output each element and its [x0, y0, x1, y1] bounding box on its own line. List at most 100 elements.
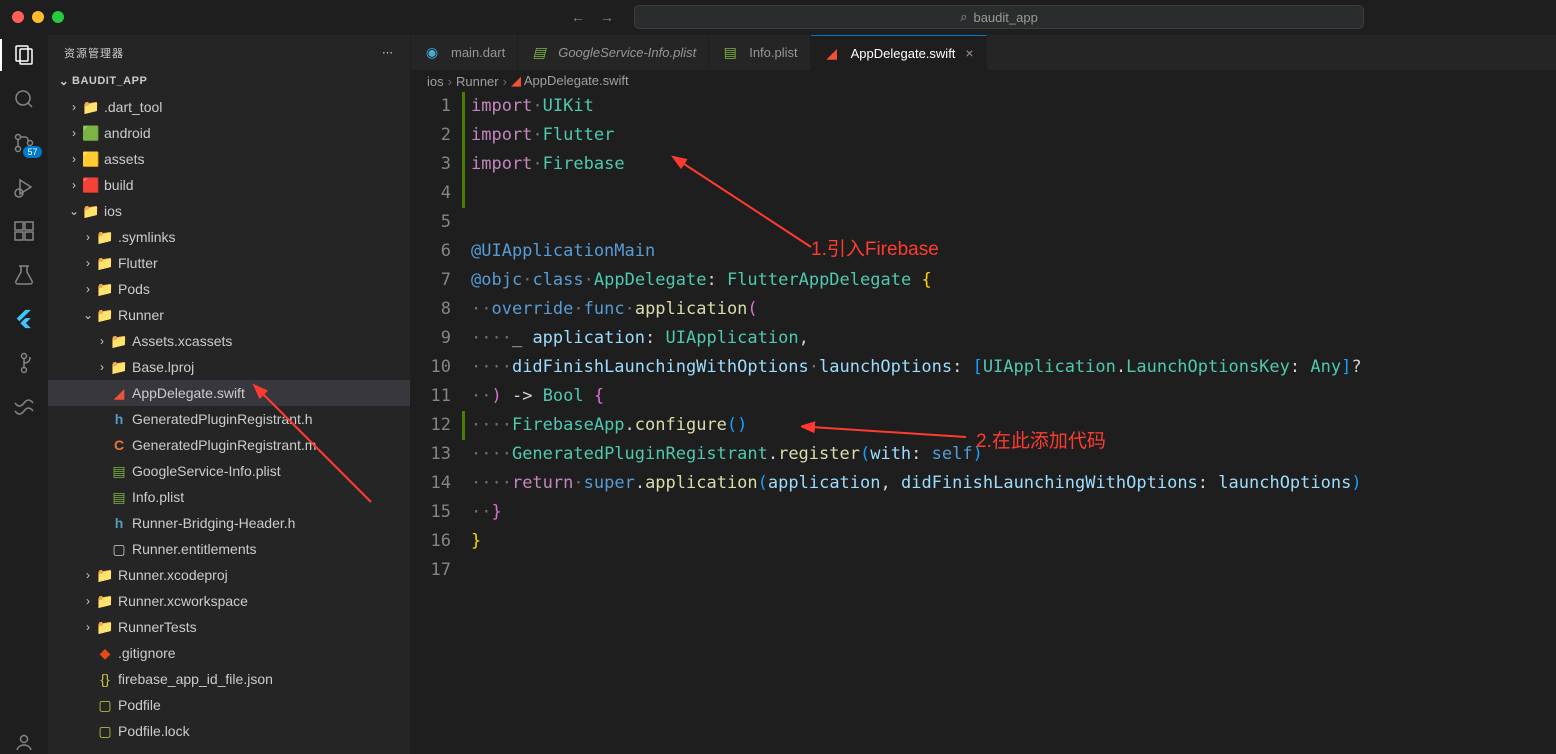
code-content[interactable]: import·UIKit import·Flutter import·Fireb… — [471, 92, 1556, 754]
file-icon: ▢ — [110, 541, 128, 558]
tree-item-generatedpluginregistrant-h[interactable]: hGeneratedPluginRegistrant.h — [48, 406, 410, 432]
tree-item-pods[interactable]: ›📁Pods — [48, 276, 410, 302]
traffic-lights — [12, 11, 64, 23]
editor-tabs: ◉ main.dart ▤GoogleService-Info.plist▤Info… — [411, 35, 1556, 70]
line-gutter: 1234567891011121314151617 — [411, 92, 471, 754]
tab-close-icon[interactable]: × — [965, 45, 973, 61]
tree-item-firebase-app-id-file-json[interactable]: {}firebase_app_id_file.json — [48, 666, 410, 692]
breadcrumb-item[interactable]: Runner — [456, 74, 499, 89]
tree-item-podfile[interactable]: ▢Podfile — [48, 692, 410, 718]
scm-badge: 57 — [23, 146, 41, 158]
file-icon: 📁 — [96, 255, 114, 272]
line-number: 14 — [411, 469, 451, 498]
minimize-button[interactable] — [32, 11, 44, 23]
chevron-icon: › — [80, 594, 96, 608]
tree-label: GeneratedPluginRegistrant.m — [132, 437, 316, 453]
command-center[interactable]: ⌕ baudit_app — [634, 5, 1364, 29]
tree-label: Flutter — [118, 255, 158, 271]
tree-item-base-lproj[interactable]: ›📁Base.lproj — [48, 354, 410, 380]
sidebar-title: 资源管理器 — [64, 45, 124, 61]
tree-item-runnertests[interactable]: ›📁RunnerTests — [48, 614, 410, 640]
breadcrumb-item[interactable]: ◢ AppDelegate.swift — [511, 73, 629, 89]
git-icon[interactable] — [12, 351, 36, 375]
tree-item-flutter[interactable]: ›📁Flutter — [48, 250, 410, 276]
file-icon: ▢ — [96, 697, 114, 714]
testing-icon[interactable] — [12, 263, 36, 287]
breadcrumb-item[interactable]: ios — [427, 74, 444, 89]
more-icon[interactable]: ⋯ — [382, 46, 394, 59]
chevron-icon: › — [80, 230, 96, 244]
tree-item-build[interactable]: ›🟥build — [48, 172, 410, 198]
tree-item--gitignore[interactable]: ◆.gitignore — [48, 640, 410, 666]
file-icon: 🟩 — [82, 125, 100, 142]
tab-appdelegate-swift[interactable]: ◢AppDelegate.swift× — [811, 35, 987, 70]
close-button[interactable] — [12, 11, 24, 23]
line-number: 15 — [411, 498, 451, 527]
tree-item-ios[interactable]: ⌄📁ios — [48, 198, 410, 224]
tree-item-android[interactable]: ›🟩android — [48, 120, 410, 146]
tree-label: Info.plist — [132, 489, 184, 505]
chevron-down-icon: ⌄ — [56, 74, 72, 88]
sidebar: 资源管理器 ⋯ ⌄ BAUDIT_APP ›📁.dart_tool›🟩andro… — [48, 35, 411, 754]
nav-arrows: ← → — [571, 9, 614, 25]
line-number: 8 — [411, 295, 451, 324]
chevron-icon: › — [66, 152, 82, 166]
chevron-icon: › — [80, 568, 96, 582]
tree-item-runner-bridging-header-h[interactable]: hRunner-Bridging-Header.h — [48, 510, 410, 536]
stash-icon[interactable] — [12, 395, 36, 419]
chevron-icon: › — [94, 360, 110, 374]
tree-label: build — [104, 177, 134, 193]
tree-item-runner-xcodeproj[interactable]: ›📁Runner.xcodeproj — [48, 562, 410, 588]
file-icon: 📁 — [110, 333, 128, 350]
tab-main-dart[interactable]: ◉ main.dart — [411, 35, 518, 70]
tree-item--symlinks[interactable]: ›📁.symlinks — [48, 224, 410, 250]
tree-label: firebase_app_id_file.json — [118, 671, 273, 687]
tree-item-runner-xcworkspace[interactable]: ›📁Runner.xcworkspace — [48, 588, 410, 614]
tree-item-googleservice-info-plist[interactable]: ▤GoogleService-Info.plist — [48, 458, 410, 484]
file-icon: h — [110, 411, 128, 427]
scm-icon[interactable]: 57 — [12, 131, 36, 155]
extensions-icon[interactable] — [12, 219, 36, 243]
tree-item-runner[interactable]: ⌄📁Runner — [48, 302, 410, 328]
search-activity-icon[interactable] — [12, 87, 36, 111]
file-icon: 📁 — [96, 229, 114, 246]
tree-label: Assets.xcassets — [132, 333, 232, 349]
tab-googleservice-info-plist[interactable]: ▤GoogleService-Info.plist — [518, 35, 709, 70]
nav-forward-icon[interactable]: → — [600, 9, 614, 25]
file-icon: 📁 — [96, 307, 114, 324]
gutter-change-marker — [462, 92, 465, 208]
tree-item-appdelegate-swift[interactable]: ◢AppDelegate.swift — [48, 380, 410, 406]
explorer-icon[interactable] — [12, 43, 36, 67]
tree-item-podfile-lock[interactable]: ▢Podfile.lock — [48, 718, 410, 744]
search-text: baudit_app — [973, 10, 1037, 25]
tree-item-assets-xcassets[interactable]: ›📁Assets.xcassets — [48, 328, 410, 354]
tab-icon: ◉ — [423, 44, 441, 61]
tree-label: Podfile — [118, 697, 161, 713]
tree-label: .dart_tool — [104, 99, 162, 115]
code-editor[interactable]: 1234567891011121314151617 import·UIKit i… — [411, 92, 1556, 754]
tab-info-plist[interactable]: ▤Info.plist — [709, 35, 810, 70]
tab-label: main.dart — [451, 45, 505, 60]
file-icon: 📁 — [82, 99, 100, 116]
nav-back-icon[interactable]: ← — [571, 9, 585, 25]
debug-icon[interactable] — [12, 175, 36, 199]
breadcrumbs[interactable]: ios›Runner›◢ AppDelegate.swift — [411, 70, 1556, 92]
file-icon: ▢ — [96, 723, 114, 740]
file-icon: 📁 — [96, 567, 114, 584]
line-number: 13 — [411, 440, 451, 469]
tree-item-runner-entitlements[interactable]: ▢Runner.entitlements — [48, 536, 410, 562]
tree-label: Runner-Bridging-Header.h — [132, 515, 295, 531]
tree-item-assets[interactable]: ›🟨assets — [48, 146, 410, 172]
file-tree: ›📁.dart_tool›🟩android›🟨assets›🟥build⌄📁io… — [48, 92, 410, 754]
maximize-button[interactable] — [52, 11, 64, 23]
file-icon: 📁 — [96, 619, 114, 636]
chevron-icon: › — [66, 178, 82, 192]
line-number: 7 — [411, 266, 451, 295]
flutter-icon[interactable] — [12, 307, 36, 331]
explorer-project-header[interactable]: ⌄ BAUDIT_APP — [48, 70, 410, 92]
tree-item--dart-tool[interactable]: ›📁.dart_tool — [48, 94, 410, 120]
tree-item-generatedpluginregistrant-m[interactable]: CGeneratedPluginRegistrant.m — [48, 432, 410, 458]
tree-item-info-plist[interactable]: ▤Info.plist — [48, 484, 410, 510]
account-icon[interactable] — [12, 730, 36, 754]
file-icon: ▤ — [110, 463, 128, 480]
